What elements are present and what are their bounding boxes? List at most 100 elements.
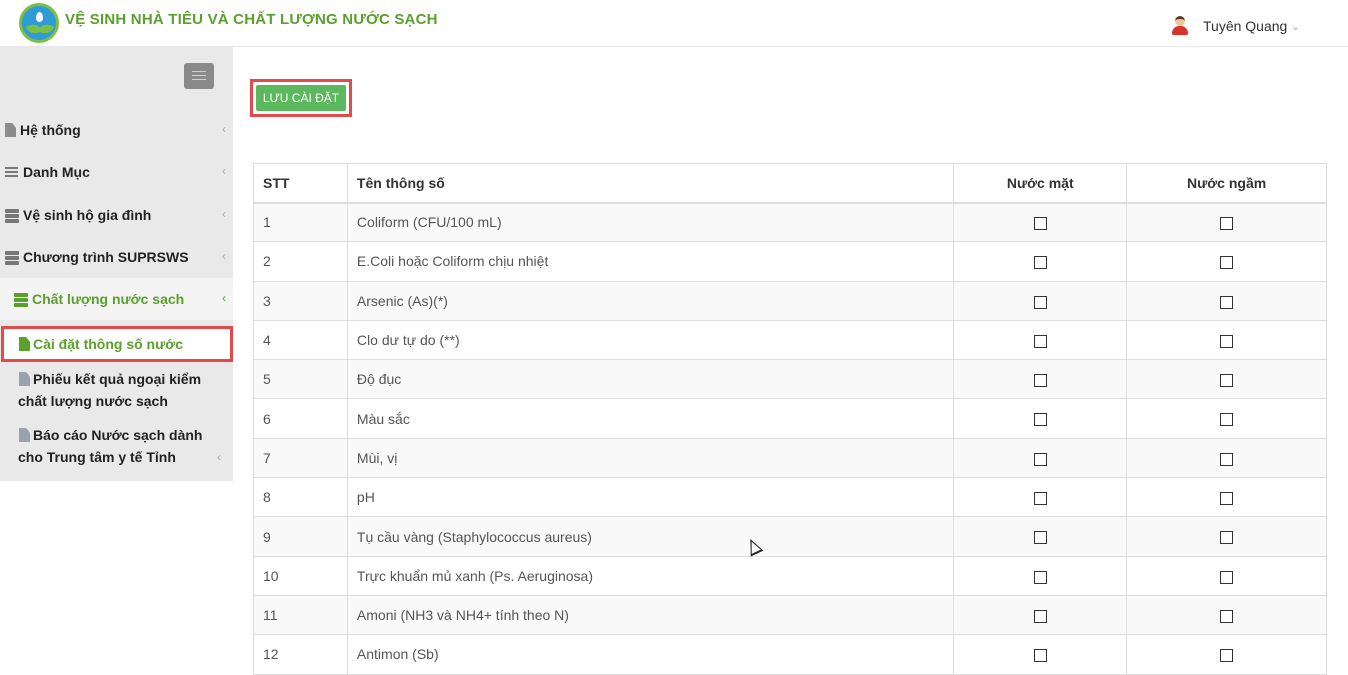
ground-water-cell [1126,516,1327,557]
save-settings-button[interactable]: LƯU CÀI ĐẶT [256,85,346,111]
sidebar-item-ve-sinh-ho-gia-dinh[interactable]: Vệ sinh hộ gia đình ‹ [0,194,233,236]
row-stt: 2 [253,241,348,282]
ground-water-cell [1126,437,1327,479]
server-icon [5,208,19,223]
ground-water-cell [1126,280,1327,321]
surface-water-checkbox[interactable] [1033,452,1047,466]
surface-water-checkbox[interactable] [1033,609,1047,623]
sidebar-item-label: Danh Mục [23,164,90,180]
row-parameter-name: Màu sắc [346,398,955,439]
surface-water-checkbox[interactable] [1033,217,1047,231]
menu-toggle-button[interactable] [184,63,214,89]
row-parameter-name: Amoni (NH3 và NH4+ tính theo N) [346,594,955,636]
row-parameter-name: Độ đục [346,359,955,400]
surface-water-cell [953,437,1128,479]
ground-water-cell [1126,241,1327,282]
surface-water-cell [953,398,1128,439]
table-row: 5 Độ đục [253,359,1327,400]
row-stt: 12 [253,634,348,675]
row-stt: 7 [253,437,348,479]
row-parameter-name: pH [346,477,955,518]
col-header-stt: STT [253,163,348,204]
sidebar-item-danh-muc[interactable]: Danh Mục ‹ [0,151,233,193]
surface-water-cell [953,594,1128,636]
list-icon [5,165,19,179]
sidebar-item-chat-luong-nuoc-sach[interactable]: Chất lượng nước sạch ‹ [0,278,233,320]
ground-water-checkbox[interactable] [1220,492,1234,506]
sidebar-item-label: Chất lượng nước sạch [32,291,185,307]
surface-water-cell [953,634,1128,675]
ground-water-cell [1126,634,1327,675]
sidebar-item-label: Hệ thống [20,122,81,138]
ground-water-checkbox[interactable] [1220,649,1234,663]
surface-water-cell [953,319,1128,361]
chevron-left-icon: ‹ [222,249,226,263]
table-row: 10 Trực khuẩn mủ xanh (Ps. Aeruginosa) [253,555,1327,596]
sidebar-subitem-label: Cài đặt thông số nước [33,336,183,352]
ground-water-checkbox[interactable] [1220,570,1234,584]
sidebar-item-suprsws[interactable]: Chương trình SUPRSWS ‹ [0,236,233,278]
col-header-ground-water: Nước ngầm [1126,163,1327,204]
ground-water-cell [1126,477,1327,518]
row-stt: 5 [253,359,348,400]
ground-water-checkbox[interactable] [1220,452,1234,466]
row-parameter-name: Tụ cầu vàng (Staphylococcus aureus) [346,516,955,557]
row-parameter-name: Mùi, vị [346,437,955,479]
surface-water-checkbox[interactable] [1033,413,1047,427]
sidebar-footer-blank [0,481,233,654]
user-avatar-icon [1170,15,1190,37]
table-row: 3 Arsenic (As)(*) [253,280,1327,321]
app-logo[interactable] [19,3,59,43]
document-icon [19,428,30,442]
surface-water-checkbox[interactable] [1033,256,1047,270]
surface-water-cell [953,516,1128,557]
ground-water-checkbox[interactable] [1220,374,1234,388]
sidebar-item-label: Vệ sinh hộ gia đình [23,207,152,223]
server-icon [5,250,19,265]
surface-water-cell [953,201,1128,243]
row-stt: 1 [253,201,348,243]
col-header-name: Tên thông số [346,163,955,204]
sidebar-subitem-label-line1: Báo cáo Nước sạch dành [33,427,203,443]
chevron-down-icon: ⌄ [1291,21,1300,33]
ground-water-checkbox[interactable] [1220,256,1234,270]
surface-water-checkbox[interactable] [1033,531,1047,545]
table-row: 12 Antimon (Sb) [253,634,1327,675]
table-header-row: STT Tên thông số Nước mặt Nước ngầm [253,163,1327,204]
ground-water-checkbox[interactable] [1220,295,1234,309]
surface-water-cell [953,359,1128,400]
sidebar-item-label: Chương trình SUPRSWS [23,249,189,265]
ground-water-checkbox[interactable] [1220,609,1234,623]
top-header: VỆ SINH NHÀ TIÊU VÀ CHẤT LƯỢNG NƯỚC SẠCH… [0,0,1348,47]
chevron-left-icon: ‹ [222,122,226,136]
table-row: 6 Màu sắc [253,398,1327,439]
document-icon [19,337,30,351]
table-row: 8 pH [253,477,1327,518]
document-icon [5,123,16,137]
row-parameter-name: Arsenic (As)(*) [346,280,955,321]
surface-water-checkbox[interactable] [1033,334,1047,348]
row-parameter-name: Trực khuẩn mủ xanh (Ps. Aeruginosa) [346,555,955,596]
ground-water-cell [1126,555,1327,596]
ground-water-checkbox[interactable] [1220,531,1234,545]
table-row: 9 Tụ cầu vàng (Staphylococcus aureus) [253,516,1327,557]
sidebar-subitem-cai-dat-thong-so-nuoc[interactable]: Cài đặt thông số nước [1,326,233,362]
surface-water-checkbox[interactable] [1033,492,1047,506]
table-row: 2 E.Coli hoặc Coliform chịu nhiệt [253,241,1327,282]
chevron-left-icon: ‹ [217,450,221,464]
surface-water-checkbox[interactable] [1033,649,1047,663]
sidebar-subitem-bao-cao[interactable]: Báo cáo Nước sạch dành cho Trung tâm y t… [0,424,233,468]
ground-water-checkbox[interactable] [1220,217,1234,231]
sidebar-item-he-thong[interactable]: Hệ thống ‹ [0,109,233,151]
sidebar-subitem-label-line2: cho Trung tâm y tế Tỉnh [18,449,176,465]
surface-water-checkbox[interactable] [1033,295,1047,309]
sidebar-subitem-phieu-ket-qua[interactable]: Phiếu kết quả ngoại kiểm chất lượng nước… [0,368,233,412]
row-parameter-name: E.Coli hoặc Coliform chịu nhiệt [346,241,955,282]
user-menu[interactable]: Tuyên Quang ⌄ [1170,14,1300,38]
surface-water-checkbox[interactable] [1033,374,1047,388]
ground-water-checkbox[interactable] [1220,413,1234,427]
ground-water-checkbox[interactable] [1220,334,1234,348]
row-stt: 11 [253,594,348,636]
ground-water-cell [1126,359,1327,400]
surface-water-checkbox[interactable] [1033,570,1047,584]
